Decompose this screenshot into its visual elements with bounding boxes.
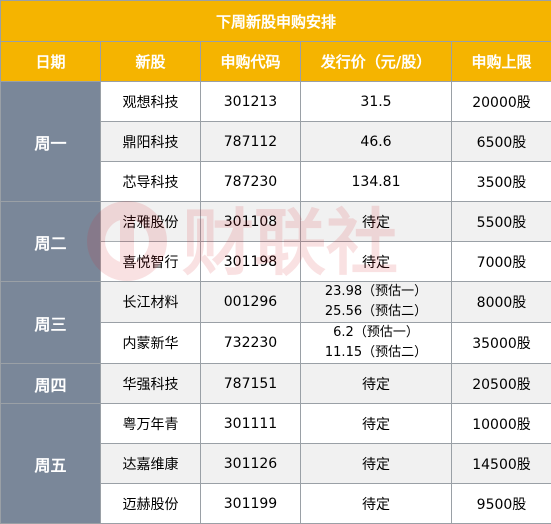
stock-price: 待定 <box>301 404 452 444</box>
stock-limit: 5500股 <box>452 202 551 242</box>
stock-price: 6.2（预估一） 11.15（预估二） <box>301 323 452 364</box>
stock-name: 迈赫股份 <box>101 484 201 524</box>
stock-price: 46.6 <box>301 122 452 162</box>
price-estimate-1: 6.2（预估一） <box>301 323 451 343</box>
stock-name: 内蒙新华 <box>101 323 201 364</box>
stock-price: 待定 <box>301 242 452 282</box>
stock-name: 观想科技 <box>101 82 201 122</box>
day-cell-tuesday: 周二 <box>1 202 101 282</box>
stock-limit: 9500股 <box>452 484 551 524</box>
stock-limit: 35000股 <box>452 323 551 364</box>
stock-code: 001296 <box>201 282 301 323</box>
stock-limit: 8000股 <box>452 282 551 323</box>
stock-limit: 14500股 <box>452 444 551 484</box>
day-cell-monday: 周一 <box>1 82 101 202</box>
stock-limit: 3500股 <box>452 162 551 202</box>
ipo-schedule-table: 下周新股申购安排 日期 新股 申购代码 发行价（元/股） 申购上限 周一 观想科… <box>0 0 551 524</box>
day-cell-thursday: 周四 <box>1 364 101 404</box>
stock-price: 待定 <box>301 484 452 524</box>
stock-name: 鼎阳科技 <box>101 122 201 162</box>
stock-code: 301111 <box>201 404 301 444</box>
stock-name: 喜悦智行 <box>101 242 201 282</box>
stock-name: 达嘉维康 <box>101 444 201 484</box>
stock-code: 301126 <box>201 444 301 484</box>
stock-price: 待定 <box>301 444 452 484</box>
day-cell-wednesday: 周三 <box>1 282 101 364</box>
stock-code: 732230 <box>201 323 301 364</box>
stock-code: 301213 <box>201 82 301 122</box>
stock-code: 787112 <box>201 122 301 162</box>
table-title: 下周新股申购安排 <box>1 1 551 42</box>
stock-code: 301108 <box>201 202 301 242</box>
header-price: 发行价（元/股） <box>301 42 452 82</box>
stock-name: 长江材料 <box>101 282 201 323</box>
stock-limit: 6500股 <box>452 122 551 162</box>
stock-name: 华强科技 <box>101 364 201 404</box>
stock-code: 301199 <box>201 484 301 524</box>
stock-limit: 10000股 <box>452 404 551 444</box>
day-cell-friday: 周五 <box>1 404 101 524</box>
ipo-schedule-table-container: 下周新股申购安排 日期 新股 申购代码 发行价（元/股） 申购上限 周一 观想科… <box>0 0 551 522</box>
stock-code: 787230 <box>201 162 301 202</box>
stock-limit: 7000股 <box>452 242 551 282</box>
stock-name: 洁雅股份 <box>101 202 201 242</box>
stock-name: 粤万年青 <box>101 404 201 444</box>
stock-price: 待定 <box>301 364 452 404</box>
stock-price: 23.98（预估一） 25.56（预估二） <box>301 282 452 323</box>
stock-code: 787151 <box>201 364 301 404</box>
price-estimate-2: 11.15（预估二） <box>301 343 451 363</box>
price-estimate-2: 25.56（预估二） <box>301 302 451 322</box>
stock-price: 待定 <box>301 202 452 242</box>
stock-price: 134.81 <box>301 162 452 202</box>
stock-limit: 20500股 <box>452 364 551 404</box>
stock-price: 31.5 <box>301 82 452 122</box>
header-stock: 新股 <box>101 42 201 82</box>
stock-name: 芯导科技 <box>101 162 201 202</box>
price-estimate-1: 23.98（预估一） <box>301 282 451 302</box>
stock-limit: 20000股 <box>452 82 551 122</box>
header-date: 日期 <box>1 42 101 82</box>
stock-code: 301198 <box>201 242 301 282</box>
header-limit: 申购上限 <box>452 42 551 82</box>
header-code: 申购代码 <box>201 42 301 82</box>
